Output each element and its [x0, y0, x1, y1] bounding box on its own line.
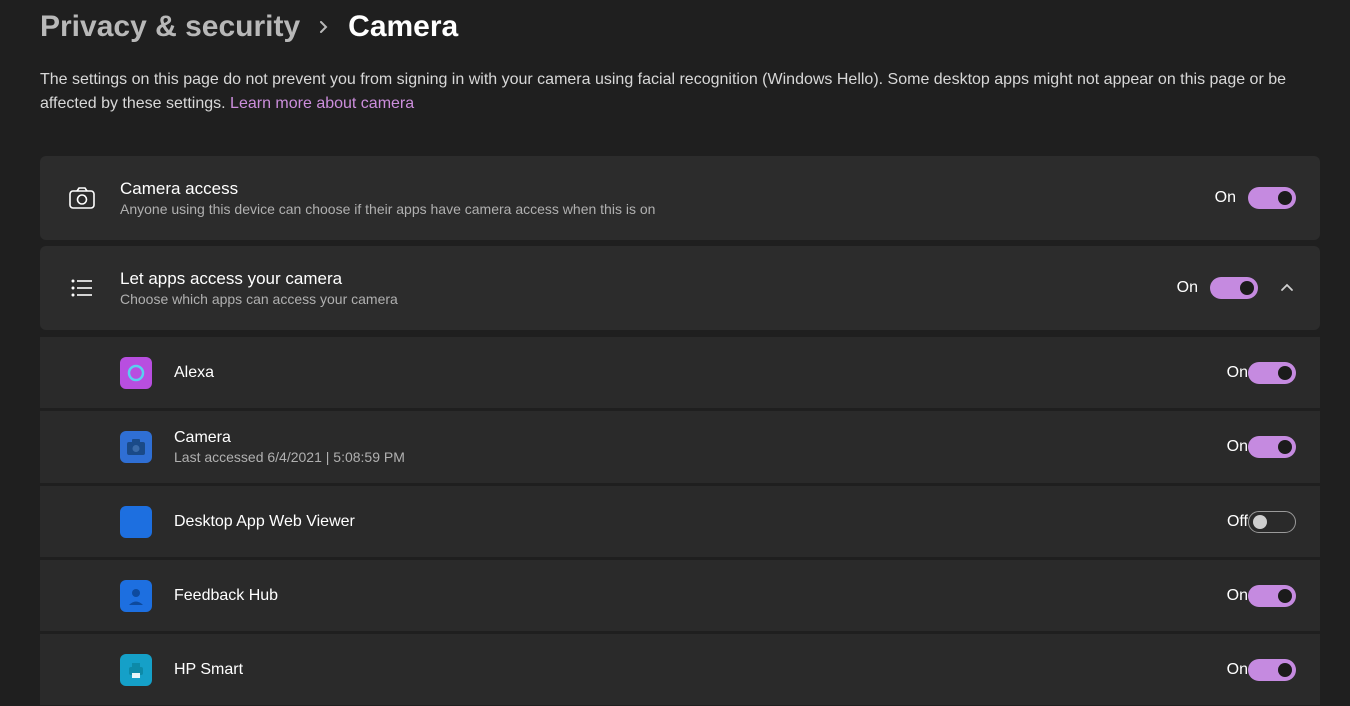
intro-text: The settings on this page do not prevent… — [40, 71, 1286, 112]
app-icon — [120, 654, 152, 686]
app-state: On — [1227, 661, 1248, 679]
app-name: Desktop App Web Viewer — [174, 513, 1227, 531]
app-subtitle: Last accessed 6/4/2021 | 5:08:59 PM — [174, 449, 1227, 465]
camera-access-card: Camera access Anyone using this device c… — [40, 156, 1320, 240]
app-list: Alexa On Camera Last accessed 6/4/2021 |… — [40, 336, 1320, 705]
chevron-right-icon — [318, 21, 330, 33]
app-name: Feedback Hub — [174, 587, 1227, 605]
app-toggle[interactable] — [1248, 511, 1296, 533]
page-intro: The settings on this page do not prevent… — [40, 68, 1300, 116]
apps-access-card[interactable]: Let apps access your camera Choose which… — [40, 246, 1320, 330]
app-row: Feedback Hub On — [40, 559, 1320, 631]
chevron-up-icon[interactable] — [1280, 283, 1296, 293]
list-icon — [64, 278, 100, 298]
apps-access-title: Let apps access your camera — [120, 269, 1177, 289]
breadcrumb-parent[interactable]: Privacy & security — [40, 10, 300, 44]
app-name: HP Smart — [174, 661, 1227, 679]
app-icon — [120, 580, 152, 612]
apps-access-state: On — [1177, 279, 1198, 297]
camera-access-title: Camera access — [120, 179, 1215, 199]
apps-access-toggle[interactable] — [1210, 277, 1258, 299]
app-state: On — [1227, 364, 1248, 382]
app-row: Alexa On — [40, 336, 1320, 408]
app-icon — [120, 506, 152, 538]
app-state: On — [1227, 438, 1248, 456]
app-row: HP Smart On — [40, 633, 1320, 705]
camera-access-subtitle: Anyone using this device can choose if t… — [120, 201, 1215, 217]
apps-access-subtitle: Choose which apps can access your camera — [120, 291, 1177, 307]
app-state: On — [1227, 587, 1248, 605]
app-name: Alexa — [174, 364, 1227, 382]
app-name: Camera — [174, 429, 1227, 447]
learn-more-link[interactable]: Learn more about camera — [230, 95, 414, 112]
app-row: Camera Last accessed 6/4/2021 | 5:08:59 … — [40, 410, 1320, 483]
app-toggle[interactable] — [1248, 362, 1296, 384]
app-icon — [120, 357, 152, 389]
app-row: Desktop App Web Viewer Off — [40, 485, 1320, 557]
camera-access-state: On — [1215, 189, 1236, 207]
app-toggle[interactable] — [1248, 585, 1296, 607]
app-toggle[interactable] — [1248, 659, 1296, 681]
app-state: Off — [1227, 513, 1248, 531]
breadcrumb-current: Camera — [348, 10, 458, 44]
camera-icon — [64, 187, 100, 209]
app-icon — [120, 431, 152, 463]
breadcrumb: Privacy & security Camera — [40, 10, 1320, 44]
camera-access-toggle[interactable] — [1248, 187, 1296, 209]
app-toggle[interactable] — [1248, 436, 1296, 458]
